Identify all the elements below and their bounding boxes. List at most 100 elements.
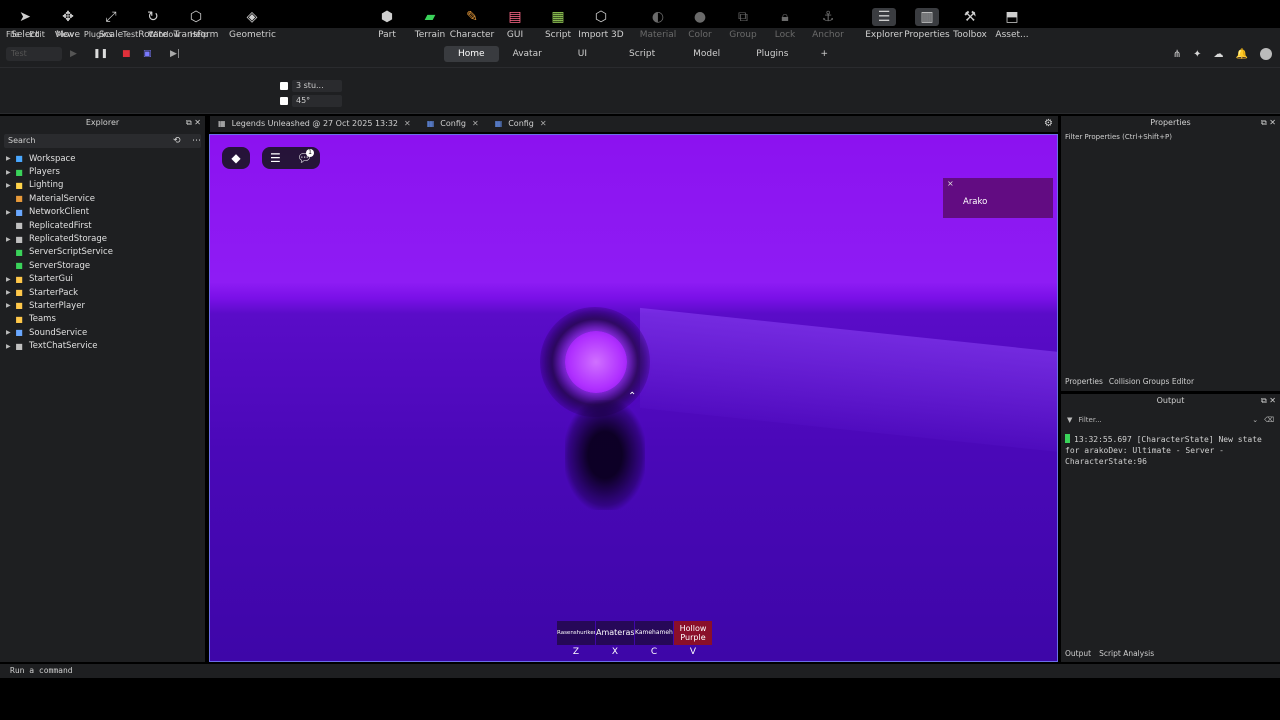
explorer-tool[interactable]: ☰ Explorer <box>861 8 907 40</box>
expand-arrow-icon[interactable]: ▶ <box>6 289 14 296</box>
cloud-icon[interactable]: ☁ <box>1214 49 1224 60</box>
explorer-item[interactable]: ▶ ■ NetworkClient <box>0 206 205 219</box>
explorer-item[interactable]: ■ Teams <box>0 313 205 326</box>
expand-arrow-icon[interactable]: ▶ <box>6 302 14 309</box>
lock-tool[interactable]: 🔒︎ Lock <box>762 8 808 40</box>
play-icon[interactable]: ▶ <box>70 49 77 59</box>
doc-tab-config-2[interactable]: ▦ Config ✕ <box>487 116 555 132</box>
expand-arrow-icon[interactable]: ▶ <box>6 169 14 176</box>
part-tool[interactable]: ⬢ Part <box>364 8 410 40</box>
expand-arrow-icon[interactable]: ▶ <box>6 343 14 350</box>
test-mode-selector[interactable]: Test <box>6 47 62 61</box>
move-tool[interactable]: ✥ Move <box>45 8 91 40</box>
close-icon[interactable]: ⧉ ✕ <box>1261 116 1276 130</box>
doc-tab-place[interactable]: ▦ Legends Unleashed @ 27 Oct 2025 13:32 ✕ <box>210 116 419 132</box>
tab-properties[interactable]: Properties <box>1065 377 1103 389</box>
rotate-snap-checkbox[interactable] <box>280 96 288 105</box>
tab-add[interactable]: + <box>806 46 842 62</box>
avatar[interactable] <box>1260 48 1272 60</box>
material-tool[interactable]: ◐ Material <box>635 8 681 40</box>
expand-arrow-icon[interactable]: ▶ <box>6 329 14 336</box>
tab-script-analysis[interactable]: Script Analysis <box>1099 649 1154 658</box>
import3d-tool[interactable]: ⬡ Import 3D <box>578 8 624 40</box>
scale-tool[interactable]: ⤢ Scale <box>88 8 134 40</box>
tab-script[interactable]: Script <box>609 46 675 62</box>
tab-collision-groups[interactable]: Collision Groups Editor <box>1109 377 1194 389</box>
hamburger-icon[interactable]: ☰ <box>270 151 281 165</box>
script-tool[interactable]: ▦ Script <box>535 8 581 40</box>
explorer-item[interactable]: ▶ ■ TextChatService <box>0 339 205 352</box>
assistant-icon[interactable]: ✦ <box>1193 49 1201 60</box>
color-tool[interactable]: ● Color <box>677 8 723 40</box>
assets-tool[interactable]: ⬒ Asset... <box>989 8 1035 40</box>
more-icon[interactable]: ⋯ <box>192 136 201 146</box>
hotbar-slot-z[interactable]: Rasenshuriken Z <box>557 621 595 657</box>
transform-tool[interactable]: ⬡ Transform <box>173 8 219 40</box>
tab-home[interactable]: Home <box>444 46 499 62</box>
explorer-item[interactable]: ▶ ■ StarterPlayer <box>0 299 205 312</box>
explorer-item[interactable]: ▶ ■ StarterGui <box>0 273 205 286</box>
close-icon[interactable]: ⧉ ✕ <box>186 116 201 130</box>
geometric-tool[interactable]: ◈ Geometric <box>229 8 276 40</box>
hotbar-slot-v[interactable]: Hollow Purple V <box>674 621 712 657</box>
explorer-item[interactable]: ▶ ■ Workspace <box>0 152 205 165</box>
doc-tab-config-1[interactable]: ▦ Config ✕ <box>419 116 487 132</box>
gear-icon[interactable]: ⚙ <box>1044 118 1053 129</box>
tab-model[interactable]: Model <box>675 46 738 62</box>
expand-arrow-icon[interactable]: ▶ <box>6 155 14 162</box>
game-viewport[interactable]: ⌃ ◆ ☰ 💬︎ 1 × Arako Rasenshuriken Z Amater… <box>209 134 1058 662</box>
explorer-item[interactable]: ▶ ■ Players <box>0 165 205 178</box>
expand-arrow-icon[interactable]: ▶ <box>6 236 14 243</box>
properties-filter-input[interactable]: Filter Properties (Ctrl+Shift+P) <box>1061 130 1280 144</box>
client-server-icon[interactable]: ▣ <box>143 49 152 59</box>
close-icon[interactable]: ✕ <box>404 116 411 132</box>
explorer-item[interactable]: ■ ServerScriptService <box>0 246 205 259</box>
explorer-item[interactable]: ■ ReplicatedFirst <box>0 219 205 232</box>
history-icon[interactable]: ⟲ <box>173 136 181 146</box>
close-icon[interactable]: ✕ <box>472 116 479 132</box>
stop-icon[interactable]: ■ <box>122 49 131 59</box>
output-filter-input[interactable]: Filter... <box>1078 416 1246 424</box>
chevron-down-icon[interactable]: ⌄ <box>1252 416 1258 424</box>
command-input[interactable]: Run a command <box>10 666 73 675</box>
explorer-item[interactable]: ■ MaterialService <box>0 192 205 205</box>
gui-tool[interactable]: ▤ GUI <box>492 8 538 40</box>
move-snap-field[interactable]: 3 stu... <box>292 79 342 92</box>
command-bar[interactable]: Run a command <box>0 664 1280 678</box>
move-snap-checkbox[interactable] <box>280 81 288 90</box>
tab-ui[interactable]: UI <box>556 46 609 62</box>
hotbar-slot-c[interactable]: Kamehameha C <box>635 621 673 657</box>
close-icon[interactable]: ⧉ ✕ <box>1261 394 1276 408</box>
anchor-tool[interactable]: ⚓︎ Anchor <box>805 8 851 40</box>
expand-arrow-icon[interactable]: ▶ <box>6 182 14 189</box>
explorer-item[interactable]: ▶ ■ ReplicatedStorage <box>0 232 205 245</box>
explorer-item[interactable]: ■ ServerStorage <box>0 259 205 272</box>
toolbox-tool[interactable]: ⚒︎ Toolbox <box>947 8 993 40</box>
terrain-tool[interactable]: ▰ Terrain <box>407 8 453 40</box>
group-tool[interactable]: ⧉ Group <box>720 8 766 40</box>
expand-arrow-icon[interactable]: ▶ <box>6 209 14 216</box>
rotate-tool[interactable]: ↻ Rotate <box>130 8 176 40</box>
step-icon[interactable]: ▶| <box>170 49 180 59</box>
select-tool[interactable]: ➤ Select <box>2 8 48 40</box>
close-icon[interactable]: ✕ <box>540 116 547 132</box>
hotbar-slot-x[interactable]: AmaterasuX <box>596 621 634 657</box>
tab-output[interactable]: Output <box>1065 649 1091 658</box>
notification-icon[interactable]: 🔔 <box>1236 49 1248 60</box>
properties-tool[interactable]: ▥ Properties <box>904 8 950 40</box>
roblox-menu-button[interactable]: ◆ <box>222 147 250 169</box>
rotate-snap-field[interactable]: 45° <box>292 94 342 107</box>
explorer-item[interactable]: ▶ ■ Lighting <box>0 179 205 192</box>
explorer-item[interactable]: ▶ ■ StarterPack <box>0 286 205 299</box>
expand-arrow-icon[interactable]: ▶ <box>6 276 14 283</box>
filter-icon[interactable]: ▼ <box>1067 416 1072 424</box>
explorer-search-input[interactable]: Search <box>4 134 201 148</box>
explorer-item[interactable]: ▶ ■ SoundService <box>0 326 205 339</box>
close-icon[interactable]: × <box>947 179 954 188</box>
tab-avatar[interactable]: Avatar <box>499 46 556 62</box>
tab-plugins[interactable]: Plugins <box>738 46 806 62</box>
character-tool[interactable]: ✎ Character <box>449 8 495 40</box>
share-icon[interactable]: ⋔ <box>1173 49 1181 60</box>
clear-icon[interactable]: ⌫ <box>1264 416 1274 424</box>
pause-icon[interactable]: ❚❚ <box>93 49 108 59</box>
